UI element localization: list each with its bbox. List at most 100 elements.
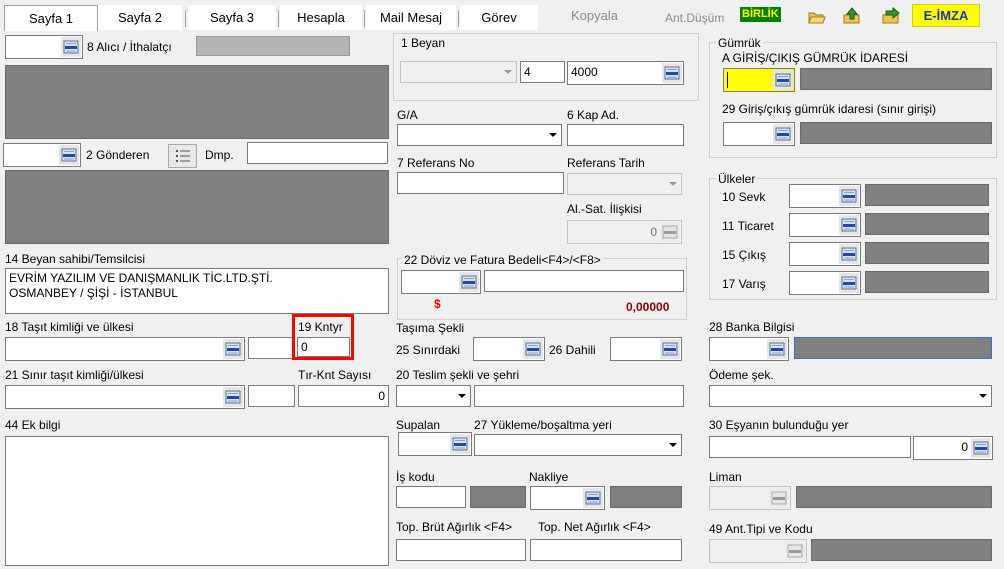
cikis-desc [865, 242, 989, 264]
gonderen-code-field[interactable] [3, 143, 81, 167]
kntyr-field[interactable]: 0 [297, 337, 350, 357]
tab-label: Sayfa 1 [28, 11, 74, 26]
lookup-button[interactable] [59, 145, 79, 165]
tab-sayfa-1[interactable]: Sayfa 1 [4, 5, 98, 31]
tab-bar: Sayfa 1 Sayfa 2 Sayfa 3 Hesapla Mail Mes… [0, 0, 1004, 32]
lookup-button[interactable] [839, 186, 859, 206]
text-cursor [727, 72, 728, 88]
esya-code-field[interactable]: 0 [913, 436, 993, 460]
ant-dusum-button[interactable]: Ant.Düşüm [665, 11, 724, 25]
odeme-select[interactable] [709, 385, 992, 407]
upload-icon[interactable] [843, 7, 861, 25]
lookup-button[interactable] [662, 63, 682, 83]
beyan-sahibi-label: 14 Beyan sahibi/Temsilcisi [5, 252, 146, 266]
yukleme-select[interactable] [474, 434, 682, 456]
lookup-button[interactable] [583, 488, 603, 508]
alici-label: 8 Alıcı / İthalatçı [87, 40, 172, 54]
tir-knt-field[interactable]: 0 [298, 385, 389, 407]
sinir-girisi-field[interactable] [723, 122, 795, 146]
doviz-code-field[interactable] [401, 270, 481, 294]
ga-label: G/A [397, 108, 418, 122]
referans-tarih-field[interactable] [567, 173, 682, 195]
al-sat-value: 0 [650, 225, 657, 239]
doviz-symbol: $ [434, 297, 441, 311]
tasit-field[interactable] [5, 337, 245, 361]
sevk-desc [865, 184, 989, 206]
tab-separator [458, 10, 459, 27]
beyan-sahibi-line1: EVRİM YAZILIM VE DANIŞMANLIK TİC.LTD.ŞTİ… [9, 271, 273, 285]
esya-code-value: 0 [961, 440, 968, 454]
sinir-girisi-label: 29 Giriş/çıkış gümrük idaresi (sınır gir… [722, 102, 937, 116]
is-kodu-label: İş kodu [396, 470, 435, 484]
tasit-ulke-field[interactable] [248, 337, 295, 359]
sevk-label: 10 Sevk [722, 190, 766, 204]
sinirdaki-field[interactable] [473, 337, 545, 361]
nakliye-field[interactable] [530, 486, 605, 510]
beyan-code-field[interactable]: 4000 [567, 61, 684, 85]
lookup-button[interactable] [839, 215, 859, 235]
sinirdaki-label: 25 Sınırdaki [396, 343, 461, 357]
lookup-button[interactable] [773, 70, 793, 90]
esya-label: 30 Eşyanın bulunduğu yer [709, 418, 849, 432]
birlik-button[interactable]: BİRLİK [740, 7, 781, 22]
list-numbered-icon[interactable] [168, 144, 197, 168]
tab-mail-mesaj[interactable]: Mail Mesaj [366, 5, 456, 30]
lookup-button[interactable] [523, 339, 543, 359]
kopyala-button[interactable]: Kopyala [571, 8, 618, 23]
sinir-tasit-field[interactable] [5, 385, 245, 409]
teslim-sekli-select[interactable] [396, 385, 471, 407]
tasit-label: 18 Taşıt kimliği ve ülkesi [5, 320, 134, 334]
is-kodu-field[interactable] [396, 486, 466, 508]
fatura-bedeli-field[interactable] [484, 270, 684, 292]
lookup-button[interactable] [61, 37, 81, 57]
referans-no-field[interactable] [397, 172, 564, 194]
ticaret-label: 11 Ticaret [722, 219, 774, 233]
net-field[interactable] [530, 539, 682, 561]
lookup-button[interactable] [459, 272, 479, 292]
lookup-button[interactable] [839, 273, 859, 293]
giris-cikis-field[interactable] [723, 68, 795, 92]
lookup-button[interactable] [767, 339, 787, 359]
folder-open-icon[interactable] [808, 9, 826, 25]
ga-select[interactable] [397, 124, 562, 146]
doviz-label: 22 Döviz ve Fatura Bedeli<F4>/<F8> [402, 253, 603, 267]
sevk-field[interactable] [789, 184, 861, 208]
cikis-field[interactable] [789, 242, 861, 266]
tab-label: Sayfa 2 [117, 10, 163, 25]
banka-field[interactable] [709, 337, 789, 361]
lookup-button[interactable] [971, 438, 991, 458]
beyan-sahibi-field[interactable]: EVRİM YAZILIM VE DANIŞMANLIK TİC.LTD.ŞTİ… [5, 268, 389, 314]
cikis-label: 15 Çıkış [722, 248, 767, 262]
kap-field[interactable] [567, 124, 684, 146]
lookup-button[interactable] [223, 339, 243, 359]
liman-field [709, 486, 791, 510]
forward-icon[interactable] [882, 6, 900, 25]
lookup-button[interactable] [839, 244, 859, 264]
beyan-type-select[interactable] [400, 61, 517, 83]
giris-cikis-label: A GİRİŞ/ÇIKIŞ GÜMRÜK İDARESİ [722, 51, 909, 65]
alici-code-field[interactable] [5, 35, 83, 59]
tab-gorev[interactable]: Görev [460, 5, 538, 30]
lookup-button[interactable] [660, 339, 680, 359]
tab-sayfa-2[interactable]: Sayfa 2 [98, 5, 182, 30]
dmp-field[interactable] [247, 142, 388, 164]
sinir-tasit-ulke-field[interactable] [248, 385, 295, 407]
varis-field[interactable] [789, 271, 861, 295]
supalan-field[interactable] [398, 432, 472, 456]
lookup-button[interactable] [223, 387, 243, 407]
ticaret-field[interactable] [789, 213, 861, 237]
lookup-button[interactable] [773, 124, 793, 144]
e-imza-button[interactable]: E-İMZA [912, 4, 980, 27]
brut-field[interactable] [396, 539, 526, 561]
lookup-button[interactable] [450, 434, 470, 454]
ticaret-desc [865, 213, 989, 235]
beyan-sahibi-line2: OSMANBEY / ŞİŞİ - İSTANBUL [9, 286, 178, 300]
ek-bilgi-field[interactable] [5, 436, 389, 566]
beyan-count-field[interactable]: 4 [520, 61, 565, 83]
tab-sayfa-3[interactable]: Sayfa 3 [188, 5, 276, 30]
tab-hesapla[interactable]: Hesapla [280, 5, 362, 30]
dahili-field[interactable] [610, 337, 682, 361]
teslim-sehri-field[interactable] [474, 385, 684, 407]
esya-field[interactable] [709, 436, 911, 458]
referans-tarih-label: Referans Tarih [567, 156, 645, 170]
